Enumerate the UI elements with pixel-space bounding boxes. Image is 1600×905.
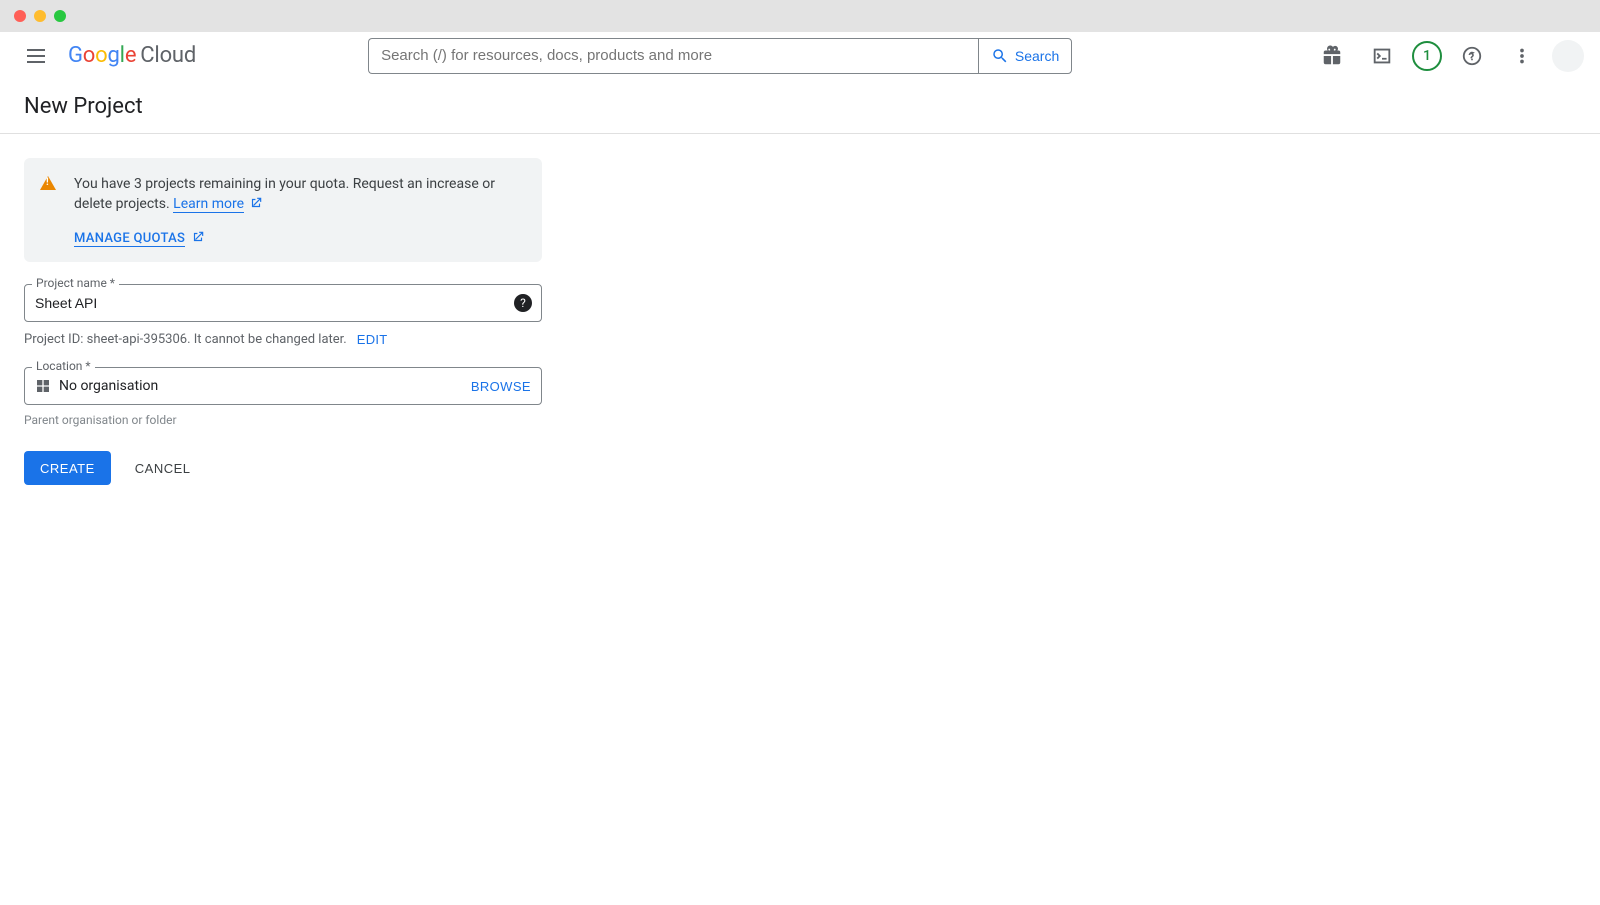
edit-project-id-button[interactable]: EDIT bbox=[357, 332, 388, 347]
hamburger-icon bbox=[27, 49, 45, 63]
top-right-actions: 1 bbox=[1312, 36, 1584, 76]
nav-menu-button[interactable] bbox=[16, 36, 56, 76]
location-value: No organisation bbox=[59, 378, 158, 394]
quota-body: You have 3 projects remaining in your qu… bbox=[74, 174, 526, 246]
quota-warning-card: You have 3 projects remaining in your qu… bbox=[24, 158, 542, 262]
mac-zoom-dot[interactable] bbox=[54, 10, 66, 22]
more-options-button[interactable] bbox=[1502, 36, 1542, 76]
external-link-icon bbox=[249, 196, 263, 210]
help-button[interactable] bbox=[1452, 36, 1492, 76]
quota-message: You have 3 projects remaining in your qu… bbox=[74, 176, 495, 212]
content: You have 3 projects remaining in your qu… bbox=[0, 134, 1600, 509]
logo-suffix: Cloud bbox=[140, 43, 196, 68]
form-column: You have 3 projects remaining in your qu… bbox=[24, 158, 542, 485]
project-name-help-icon[interactable]: ? bbox=[514, 294, 532, 312]
mac-minimize-dot[interactable] bbox=[34, 10, 46, 22]
learn-more-link[interactable]: Learn more bbox=[173, 196, 244, 213]
browse-button[interactable]: BROWSE bbox=[471, 379, 531, 394]
project-id-row: Project ID: sheet-api-395306. It cannot … bbox=[24, 332, 542, 347]
project-id-text: Project ID: sheet-api-395306. It cannot … bbox=[24, 332, 347, 347]
mac-window-chrome bbox=[0, 0, 1600, 32]
cloud-shell-button[interactable] bbox=[1362, 36, 1402, 76]
search-wrap: Search bbox=[368, 38, 1072, 74]
manage-quotas-link[interactable]: MANAGE QUOTAS bbox=[74, 231, 185, 247]
search-button-label: Search bbox=[1015, 48, 1059, 64]
search-icon bbox=[991, 47, 1009, 65]
external-link-icon bbox=[191, 230, 205, 244]
cancel-button[interactable]: CANCEL bbox=[135, 461, 191, 476]
more-vert-icon bbox=[1511, 45, 1533, 67]
location-helper-text: Parent organisation or folder bbox=[24, 413, 542, 427]
quota-message-row: You have 3 projects remaining in your qu… bbox=[74, 174, 526, 214]
warning-icon bbox=[40, 176, 56, 192]
location-label: Location * bbox=[32, 359, 95, 373]
account-avatar[interactable] bbox=[1552, 40, 1584, 72]
notifications-count: 1 bbox=[1423, 48, 1431, 64]
form-actions: CREATE CANCEL bbox=[24, 451, 542, 485]
free-trial-button[interactable] bbox=[1312, 36, 1352, 76]
search-button[interactable]: Search bbox=[978, 38, 1072, 74]
project-name-label: Project name * bbox=[32, 276, 119, 290]
project-name-field: Project name * ? bbox=[24, 284, 542, 322]
manage-quotas-row: MANAGE QUOTAS bbox=[74, 230, 526, 246]
page-title-bar: New Project bbox=[0, 80, 1600, 134]
page-title: New Project bbox=[24, 94, 1576, 119]
google-cloud-logo[interactable]: Google Cloud bbox=[68, 43, 196, 68]
organisation-icon bbox=[35, 378, 51, 394]
gift-icon bbox=[1321, 45, 1343, 67]
app-bar: Google Cloud Search 1 bbox=[0, 32, 1600, 80]
location-field: Location * No organisation BROWSE bbox=[24, 367, 542, 405]
help-icon bbox=[1461, 45, 1483, 67]
cloud-shell-icon bbox=[1371, 45, 1393, 67]
create-button[interactable]: CREATE bbox=[24, 451, 111, 485]
search-input[interactable] bbox=[368, 38, 978, 74]
mac-close-dot[interactable] bbox=[14, 10, 26, 22]
location-input-shell[interactable]: No organisation BROWSE bbox=[24, 367, 542, 405]
notifications-badge[interactable]: 1 bbox=[1412, 41, 1442, 71]
